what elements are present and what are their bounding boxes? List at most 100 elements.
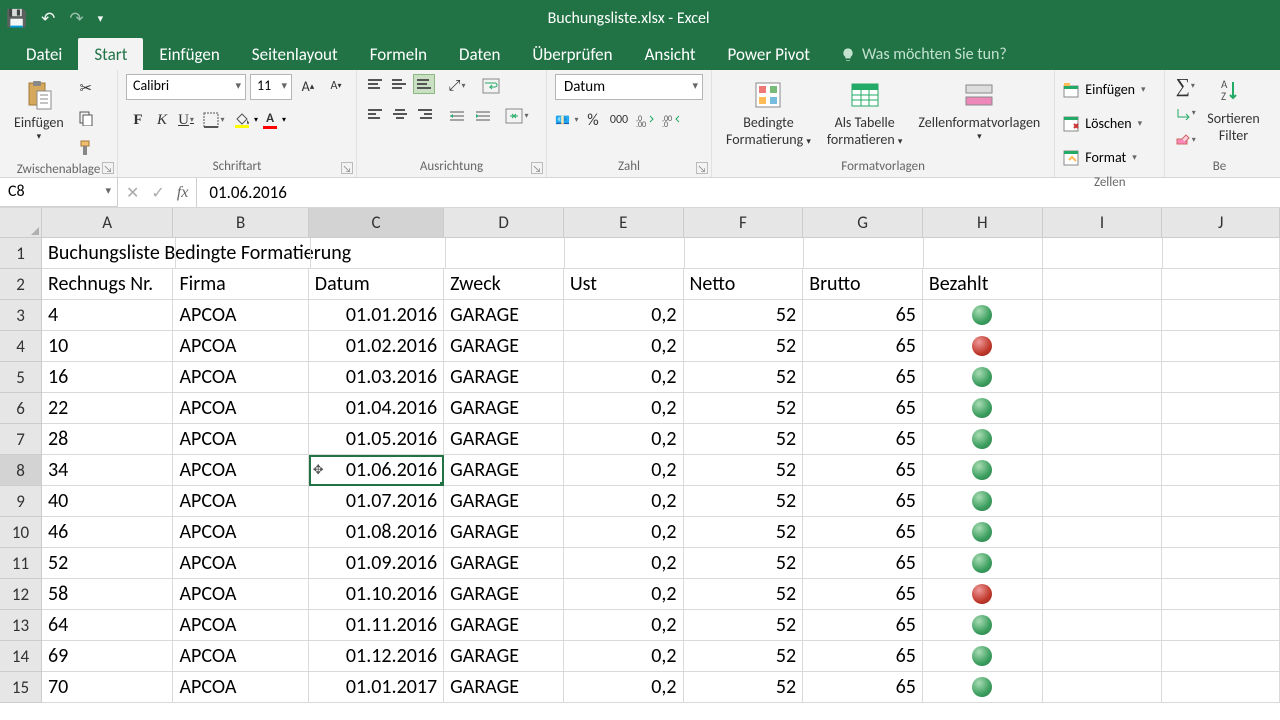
clear-icon[interactable]: ▾ [1173, 128, 1197, 152]
align-bottom-icon[interactable] [413, 74, 435, 94]
clipboard-dialog-launcher[interactable]: ↘ [102, 162, 114, 174]
tab-einfuegen[interactable]: Einfügen [143, 38, 235, 70]
cell[interactable]: 65 [803, 579, 923, 610]
cell[interactable] [1162, 362, 1280, 393]
wrap-text-icon[interactable] [479, 74, 503, 98]
cell[interactable] [1043, 269, 1163, 300]
cell[interactable]: APCOA [173, 672, 308, 703]
row-header-5[interactable]: 5 [0, 362, 42, 393]
cell[interactable]: GARAGE [444, 486, 564, 517]
row-header-14[interactable]: 14 [0, 641, 42, 672]
orientation-icon[interactable]: ⤢▾ [445, 74, 469, 98]
bold-button[interactable]: F [126, 108, 150, 132]
column-header-D[interactable]: D [444, 208, 564, 238]
cell[interactable]: GARAGE [444, 393, 564, 424]
column-header-C[interactable]: C [309, 208, 444, 238]
header-cell-C[interactable]: Datum [309, 269, 444, 300]
cell[interactable] [923, 610, 1043, 641]
cell[interactable] [1043, 641, 1163, 672]
cell[interactable]: APCOA [173, 610, 308, 641]
decrease-font-icon[interactable]: A▾ [324, 74, 348, 98]
cell[interactable] [924, 238, 1043, 269]
font-dialog-launcher[interactable]: ↘ [341, 162, 353, 174]
format-as-table-button[interactable]: Als Tabelle formatieren ▾ [821, 74, 909, 152]
cell[interactable]: APCOA [173, 393, 308, 424]
tab-formeln[interactable]: Formeln [354, 38, 443, 70]
cell[interactable]: 01.05.2016 [309, 424, 444, 455]
cell[interactable]: GARAGE [444, 517, 564, 548]
column-header-I[interactable]: I [1043, 208, 1163, 238]
cell[interactable] [1043, 579, 1163, 610]
row-header-3[interactable]: 3 [0, 300, 42, 331]
cell[interactable]: APCOA [173, 579, 308, 610]
cell[interactable]: GARAGE [444, 424, 564, 455]
cell[interactable] [1162, 455, 1280, 486]
row-header-11[interactable]: 11 [0, 548, 42, 579]
tab-start[interactable]: Start [78, 38, 143, 70]
header-cell-E[interactable]: Ust [564, 269, 684, 300]
row-header-10[interactable]: 10 [0, 517, 42, 548]
cell[interactable]: 65 [803, 548, 923, 579]
alignment-dialog-launcher[interactable]: ↘ [531, 162, 543, 174]
cell[interactable]: 01.07.2016 [309, 486, 444, 517]
accounting-format-icon[interactable]: 💶▾ [555, 108, 579, 132]
cell[interactable]: GARAGE [444, 362, 564, 393]
cell[interactable]: 0,2 [564, 548, 684, 579]
cell[interactable]: 0,2 [564, 331, 684, 362]
sort-filter-button[interactable]: AZ Sortieren Filter [1201, 74, 1265, 148]
align-middle-icon[interactable] [389, 74, 411, 94]
decrease-decimal-icon[interactable]: ,00,0 [659, 108, 683, 132]
cell[interactable]: GARAGE [444, 455, 564, 486]
cell[interactable]: 52 [684, 331, 804, 362]
row-header-1[interactable]: 1 [0, 238, 42, 269]
tab-daten[interactable]: Daten [443, 38, 516, 70]
cell[interactable]: APCOA [173, 641, 308, 672]
insert-cells-button[interactable]: Einfügen▾ [1063, 74, 1145, 105]
cell[interactable]: APCOA [173, 424, 308, 455]
cell[interactable]: 52 [684, 579, 804, 610]
cell[interactable]: 52 [684, 393, 804, 424]
cell[interactable]: 0,2 [564, 641, 684, 672]
select-all-corner[interactable] [0, 208, 42, 238]
undo-icon[interactable]: ↶ [41, 10, 55, 27]
cell[interactable]: GARAGE [444, 672, 564, 703]
row-header-9[interactable]: 9 [0, 486, 42, 517]
row-header-7[interactable]: 7 [0, 424, 42, 455]
cell[interactable]: 0,2 [564, 579, 684, 610]
cell[interactable]: APCOA [173, 455, 308, 486]
row-header-8[interactable]: 8 [0, 455, 42, 486]
cell[interactable]: 0,2 [564, 610, 684, 641]
cell[interactable]: 65 [803, 517, 923, 548]
cell[interactable] [1043, 393, 1163, 424]
align-center-icon[interactable] [389, 104, 411, 124]
number-dialog-launcher[interactable]: ↘ [696, 162, 708, 174]
cell[interactable] [1043, 455, 1163, 486]
column-header-G[interactable]: G [803, 208, 923, 238]
cell[interactable] [923, 424, 1043, 455]
align-top-icon[interactable] [365, 74, 387, 94]
worksheet-grid[interactable]: ABCDEFGHIJ 123456789101112131415 Buchung… [0, 208, 1280, 720]
cell[interactable] [1043, 331, 1163, 362]
cell[interactable] [1162, 269, 1280, 300]
cell[interactable] [1162, 610, 1280, 641]
cell-styles-button[interactable]: Zellenformatvorlagen ▾ [912, 74, 1046, 146]
increase-decimal-icon[interactable]: ,0,00 [633, 108, 657, 132]
enter-formula-icon[interactable]: ✓ [151, 183, 164, 203]
cell[interactable]: 65 [803, 641, 923, 672]
cell[interactable] [565, 238, 684, 269]
insert-function-icon[interactable]: fx [177, 184, 189, 202]
cell[interactable]: 01.01.2016 [309, 300, 444, 331]
cell[interactable]: 70 [42, 672, 173, 703]
cell[interactable] [1043, 517, 1163, 548]
merge-center-icon[interactable]: ▾ [505, 104, 529, 128]
cell[interactable]: 22 [42, 393, 173, 424]
cell[interactable]: 65 [803, 393, 923, 424]
cell[interactable]: APCOA [173, 362, 308, 393]
cell[interactable] [923, 455, 1043, 486]
cell[interactable]: 65 [803, 610, 923, 641]
cell[interactable]: 0,2 [564, 486, 684, 517]
header-cell-G[interactable]: Brutto [803, 269, 923, 300]
cell[interactable] [1043, 610, 1163, 641]
row-header-13[interactable]: 13 [0, 610, 42, 641]
cell[interactable]: 0,2 [564, 517, 684, 548]
